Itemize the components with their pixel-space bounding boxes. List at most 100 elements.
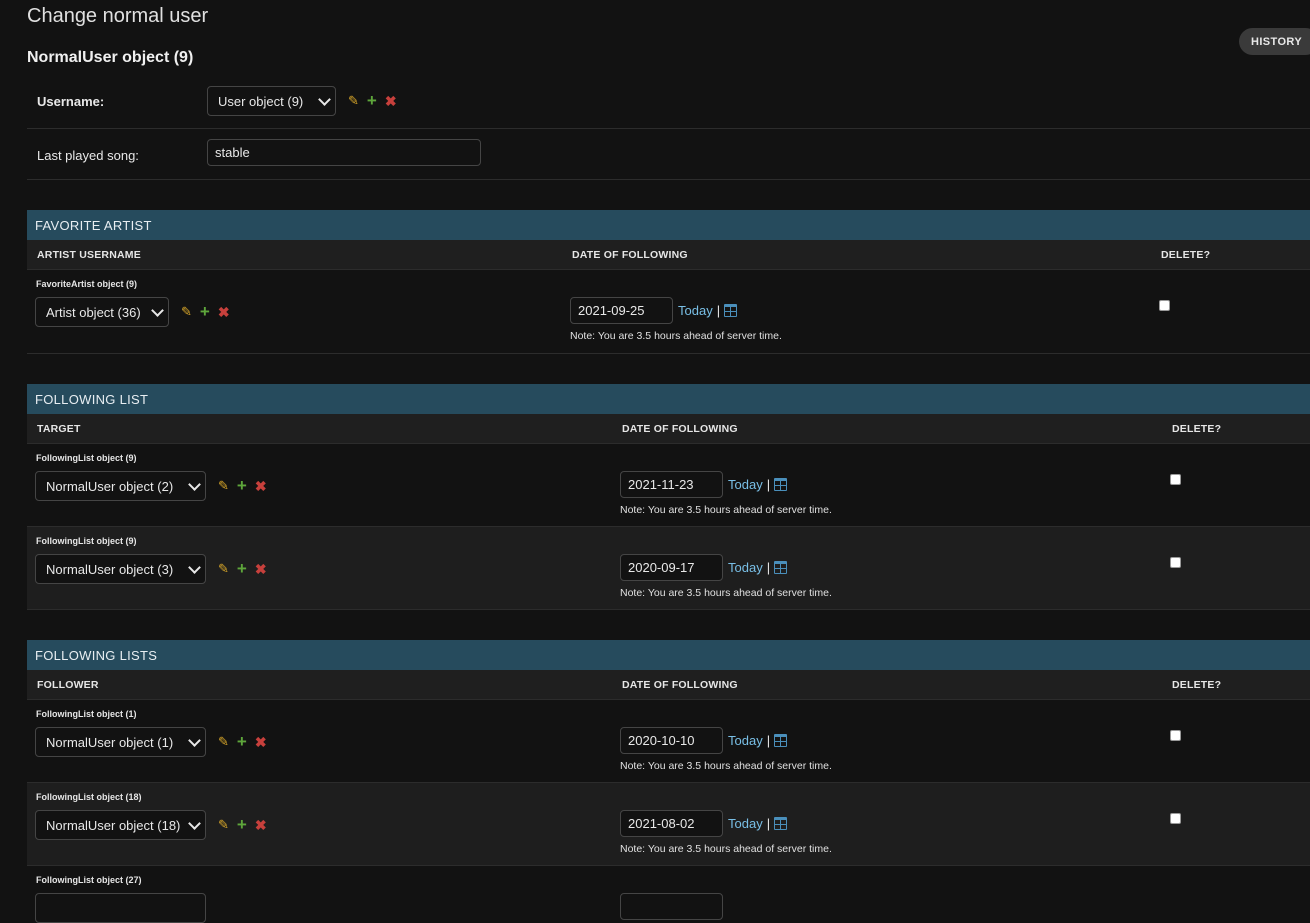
artist-select-value: Artist object (36)	[46, 304, 141, 320]
date-input[interactable]: 2021-08-02	[620, 810, 723, 837]
col-date-of-following: DATE OF FOLLOWING	[572, 249, 688, 261]
following-list-columns: TARGET DATE OF FOLLOWING DELETE?	[27, 414, 1310, 444]
today-link[interactable]: Today	[728, 816, 763, 831]
following-lists-row: FollowingList object (18) NormalUser obj…	[27, 783, 1310, 866]
timezone-note: Note: You are 3.5 hours ahead of server …	[620, 504, 832, 516]
pencil-icon[interactable]: ✎	[218, 478, 229, 494]
delete-checkbox[interactable]	[1159, 300, 1170, 311]
today-link[interactable]: Today	[728, 733, 763, 748]
col-date-of-following: DATE OF FOLLOWING	[622, 679, 738, 691]
pencil-icon[interactable]: ✎	[218, 561, 229, 577]
x-icon[interactable]: ✖	[255, 817, 267, 834]
timezone-note: Note: You are 3.5 hours ahead of server …	[620, 843, 832, 855]
x-icon[interactable]: ✖	[218, 304, 230, 321]
follower-select[interactable]: NormalUser object (18)	[35, 810, 206, 840]
today-link[interactable]: Today	[728, 560, 763, 575]
col-delete: DELETE?	[1161, 249, 1211, 261]
date-input[interactable]: 2020-09-17	[620, 554, 723, 581]
x-icon[interactable]: ✖	[255, 734, 267, 751]
follower-select[interactable]	[35, 893, 206, 923]
calendar-icon[interactable]	[774, 734, 788, 747]
separator: |	[716, 303, 721, 318]
username-select-value: User object (9)	[218, 93, 304, 109]
target-select-value: NormalUser object (3)	[46, 561, 174, 577]
col-delete: DELETE?	[1172, 679, 1222, 691]
following-list-header: FOLLOWING LIST	[27, 384, 1310, 414]
last-song-label: Last played song:	[37, 148, 139, 163]
separator: |	[766, 816, 771, 831]
last-song-input[interactable]: stable	[207, 139, 481, 166]
pencil-icon[interactable]: ✎	[181, 304, 192, 320]
username-row: Username: User object (9) ✎ + ✖	[27, 78, 1310, 129]
date-input[interactable]: 2020-10-10	[620, 727, 723, 754]
col-artist-username: ARTIST USERNAME	[37, 249, 141, 261]
calendar-icon[interactable]	[774, 478, 788, 491]
target-select-value: NormalUser object (2)	[46, 478, 174, 494]
follower-select-value: NormalUser object (18)	[46, 817, 181, 833]
following-lists-row: FollowingList object (27)	[27, 866, 1310, 923]
x-icon[interactable]: ✖	[255, 561, 267, 578]
timezone-note: Note: You are 3.5 hours ahead of server …	[620, 587, 832, 599]
delete-checkbox[interactable]	[1170, 813, 1181, 824]
today-link[interactable]: Today	[728, 477, 763, 492]
follower-select-value: NormalUser object (1)	[46, 734, 174, 750]
plus-icon[interactable]: +	[237, 732, 247, 752]
separator: |	[766, 560, 771, 575]
username-label: Username:	[37, 94, 105, 109]
following-list-row: FollowingList object (9) NormalUser obje…	[27, 527, 1310, 610]
col-date-of-following: DATE OF FOLLOWING	[622, 423, 738, 435]
pencil-icon[interactable]: ✎	[218, 817, 229, 833]
username-select[interactable]: User object (9)	[207, 86, 336, 116]
object-title: NormalUser object (9)	[27, 49, 194, 66]
inline-object-label: FollowingList object (9)	[36, 536, 137, 546]
chevron-down-icon	[188, 733, 201, 747]
separator: |	[766, 733, 771, 748]
chevron-down-icon	[188, 560, 201, 574]
calendar-icon[interactable]	[774, 561, 788, 574]
pencil-icon[interactable]: ✎	[218, 734, 229, 750]
delete-checkbox[interactable]	[1170, 474, 1181, 485]
following-lists-row: FollowingList object (1) NormalUser obje…	[27, 700, 1310, 783]
favorite-artist-header: FAVORITE ARTIST	[27, 210, 1310, 240]
history-button[interactable]: HISTORY	[1239, 28, 1310, 55]
col-delete: DELETE?	[1172, 423, 1222, 435]
delete-checkbox[interactable]	[1170, 730, 1181, 741]
plus-icon[interactable]: +	[237, 815, 247, 835]
following-lists-header: FOLLOWING LISTS	[27, 640, 1310, 670]
following-lists-columns: FOLLOWER DATE OF FOLLOWING DELETE?	[27, 670, 1310, 700]
date-input[interactable]: 2021-11-23	[620, 471, 723, 498]
calendar-icon[interactable]	[774, 817, 788, 830]
calendar-icon[interactable]	[724, 304, 738, 317]
delete-checkbox[interactable]	[1170, 557, 1181, 568]
inline-object-label: FavoriteArtist object (9)	[36, 279, 138, 289]
timezone-note: Note: You are 3.5 hours ahead of server …	[620, 760, 832, 772]
favorite-artist-row: FavoriteArtist object (9) Artist object …	[27, 270, 1310, 354]
date-input[interactable]: 2021-09-25	[570, 297, 673, 324]
last-song-row: Last played song: stable	[27, 129, 1310, 180]
following-list-row: FollowingList object (9) NormalUser obje…	[27, 444, 1310, 527]
artist-select[interactable]: Artist object (36)	[35, 297, 169, 327]
plus-icon[interactable]: +	[367, 91, 377, 111]
x-icon[interactable]: ✖	[255, 478, 267, 495]
favorite-artist-columns: ARTIST USERNAME DATE OF FOLLOWING DELETE…	[27, 240, 1310, 270]
follower-select[interactable]: NormalUser object (1)	[35, 727, 206, 757]
today-link[interactable]: Today	[678, 303, 713, 318]
inline-object-label: FollowingList object (27)	[36, 875, 142, 885]
x-icon[interactable]: ✖	[385, 93, 397, 110]
chevron-down-icon	[318, 92, 331, 106]
page-title: Change normal user	[27, 5, 209, 27]
pencil-icon[interactable]: ✎	[348, 93, 359, 109]
col-target: TARGET	[37, 423, 81, 435]
target-select[interactable]: NormalUser object (2)	[35, 471, 206, 501]
timezone-note: Note: You are 3.5 hours ahead of server …	[570, 330, 782, 342]
target-select[interactable]: NormalUser object (3)	[35, 554, 206, 584]
col-follower: FOLLOWER	[37, 679, 99, 691]
plus-icon[interactable]: +	[237, 559, 247, 579]
inline-object-label: FollowingList object (9)	[36, 453, 137, 463]
date-input[interactable]	[620, 893, 723, 920]
plus-icon[interactable]: +	[237, 476, 247, 496]
chevron-down-icon	[188, 816, 201, 830]
chevron-down-icon	[188, 477, 201, 491]
plus-icon[interactable]: +	[200, 302, 210, 322]
inline-object-label: FollowingList object (18)	[36, 792, 142, 802]
